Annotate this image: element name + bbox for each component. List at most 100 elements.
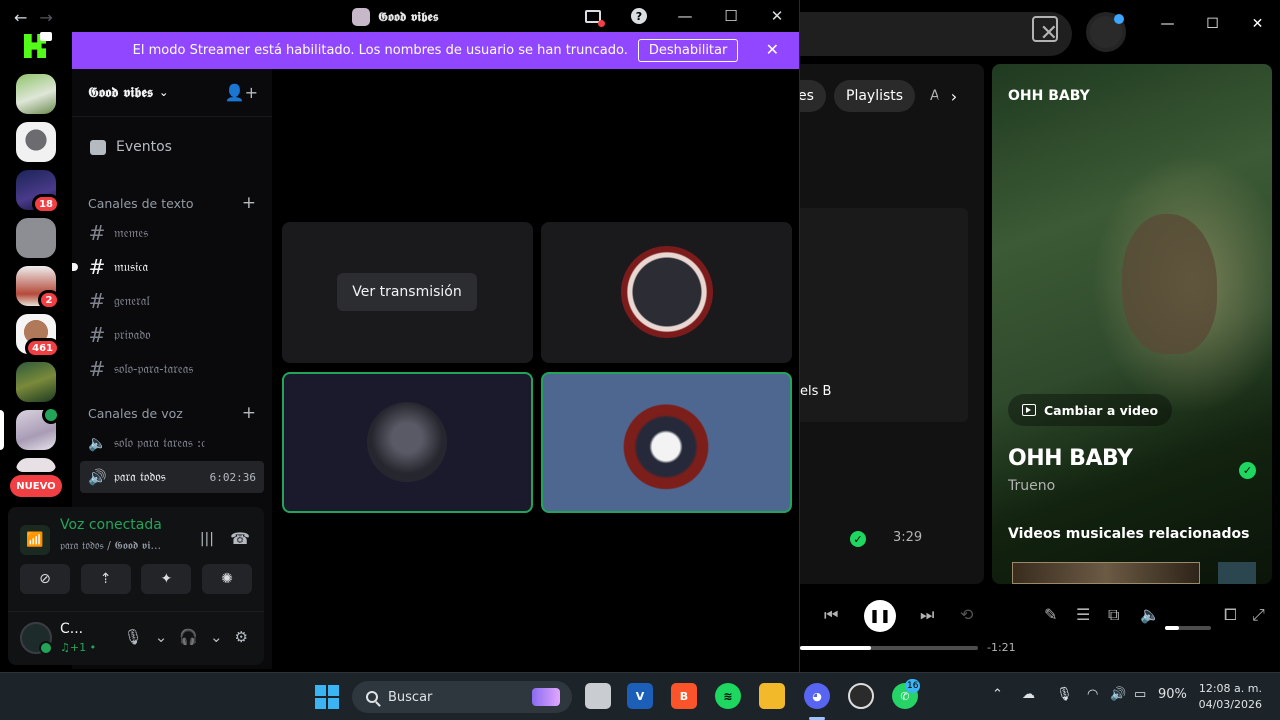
windows-start-icon[interactable] <box>315 685 339 709</box>
repeat-icon[interactable]: ⟲ <box>960 605 973 624</box>
guild-header[interactable]: 𝕲𝖔𝖔𝖉 𝖛𝖎𝖇𝖊𝖘 ⌄ 👤+ <box>72 69 272 117</box>
pause-button[interactable]: ❚❚ <box>864 600 896 632</box>
participant-tile[interactable] <box>541 222 792 363</box>
user-name[interactable]: C... <box>60 621 83 637</box>
noise-suppression-icon[interactable]: ||| <box>200 531 214 547</box>
gear-icon[interactable]: ⚙ <box>235 628 248 646</box>
channel-musica[interactable]: # 𝔪𝔲𝔰𝔦𝔠𝔞 <box>72 251 264 283</box>
minimize-button[interactable]: — <box>662 0 708 32</box>
server-icon-good-vibes[interactable] <box>0 406 60 450</box>
fullscreen-icon[interactable]: ⤢ <box>1252 605 1265 625</box>
taskbar-search[interactable]: Buscar <box>352 681 572 713</box>
participant-tile-speaking[interactable] <box>282 372 533 513</box>
server-icon-face[interactable]: 461 <box>16 314 60 358</box>
add-channel-icon[interactable]: + <box>242 193 256 213</box>
view-stream-button[interactable]: Ver transmisión <box>337 273 477 311</box>
task-view-icon[interactable] <box>585 683 611 709</box>
close-banner-icon[interactable]: ✕ <box>766 40 779 59</box>
library-card[interactable]: els B <box>800 208 968 422</box>
maximize-button[interactable]: ☐ <box>1190 16 1235 32</box>
wifi-icon[interactable]: ◠ <box>1087 687 1098 702</box>
disable-streamer-button[interactable]: Deshabilitar <box>637 39 739 62</box>
volume-slider[interactable] <box>1165 626 1211 630</box>
obs-studio-icon[interactable] <box>848 683 874 709</box>
server-icon-partial[interactable] <box>16 458 56 472</box>
help-icon[interactable]: ? <box>616 0 662 32</box>
chevron-down-icon[interactable]: ⌄ <box>155 628 168 646</box>
brave-browser-icon[interactable]: B <box>671 683 697 709</box>
participant-tile-speaking[interactable] <box>541 372 792 513</box>
chevron-down-icon[interactable]: ⌄ <box>210 628 223 646</box>
server-icon-apex[interactable]: 2 <box>16 266 60 310</box>
close-window-button[interactable]: ✕ <box>1235 16 1280 32</box>
signal-icon[interactable]: 📶 <box>20 525 50 555</box>
activities-button[interactable]: ✦ <box>141 564 192 594</box>
microphone-lyrics-icon[interactable]: ✎ <box>1044 605 1057 624</box>
new-badge[interactable]: NUEVO <box>10 475 62 497</box>
inbox-icon[interactable] <box>570 0 616 32</box>
miniplayer-icon[interactable]: ⧠ <box>1224 605 1237 625</box>
file-explorer-icon[interactable] <box>759 683 785 709</box>
volume-icon[interactable]: 🔈 <box>1140 605 1160 624</box>
channel-solo-para-tareas[interactable]: # 𝔰𝔬𝔩𝔬-𝔭𝔞𝔯𝔞-𝔱𝔞𝔯𝔢𝔞𝔰 <box>80 353 264 385</box>
channel-memes[interactable]: # 𝔪𝔢𝔪𝔢𝔰 <box>80 217 264 249</box>
progress-bar[interactable] <box>800 646 978 650</box>
voice-channel-para-todos[interactable]: 🔊 𝔭𝔞𝔯𝔞 𝔱𝔬𝔡𝔬𝔰 6:02:36 <box>80 461 264 493</box>
filter-chip-playlists[interactable]: Playlists <box>834 80 916 112</box>
events-item[interactable]: Eventos <box>80 131 264 163</box>
chevron-up-icon[interactable]: ⌃ <box>992 687 1003 702</box>
back-arrow-icon[interactable]: ← <box>14 8 27 27</box>
previous-icon[interactable]: ⏮ <box>824 605 838 625</box>
invite-user-icon[interactable]: 👤+ <box>225 83 258 102</box>
text-channels-category[interactable]: Canales de texto + <box>72 193 272 213</box>
kick-home-icon[interactable] <box>24 32 52 58</box>
share-screen-button[interactable]: ⇡ <box>80 564 131 594</box>
profile-avatar[interactable] <box>1086 12 1126 52</box>
voice-channel-solo-para-tareas[interactable]: 🔈 𝔰𝔬𝔩𝔬 𝔭𝔞𝔯𝔞 𝔱𝔞𝔯𝔢𝔞𝔰 :𝔠 <box>80 427 264 459</box>
microphone-icon[interactable]: 🎙 <box>1056 687 1073 702</box>
clock[interactable]: 12:08 a. m. 04/03/2026 <box>1198 681 1262 713</box>
next-icon[interactable]: ⏭ <box>920 605 934 625</box>
microphone-icon[interactable]: 🎙 <box>124 628 143 646</box>
hash-icon: # <box>88 357 106 381</box>
add-channel-icon[interactable]: + <box>242 403 256 423</box>
guild-name[interactable]: 𝕲𝖔𝖔𝖉 𝖛𝖎𝖇𝖊𝖘 ⌄ <box>88 85 168 101</box>
install-app-icon[interactable] <box>1032 16 1058 42</box>
soundboard-button[interactable]: ✺ <box>201 564 252 594</box>
channel-privado[interactable]: # 𝔭𝔯𝔦𝔳𝔞𝔡𝔬 <box>80 319 264 351</box>
related-video-thumbnail[interactable] <box>1012 562 1200 584</box>
server-icon-goose[interactable] <box>16 74 56 114</box>
visual-studio-icon[interactable]: V <box>627 683 653 709</box>
forward-arrow-icon[interactable]: → <box>39 8 52 27</box>
filter-chip[interactable]: es <box>800 80 826 112</box>
camera-off-button[interactable]: ⊘ <box>20 564 70 594</box>
headphones-icon[interactable]: 🎧 <box>179 628 198 646</box>
channel-general[interactable]: # 𝔤𝔢𝔫𝔢𝔯𝔞𝔩 <box>80 285 264 317</box>
user-avatar[interactable] <box>20 622 53 655</box>
spotify-icon[interactable]: ≋ <box>715 683 741 709</box>
chevron-right-icon[interactable]: › <box>938 80 970 112</box>
voice-location[interactable]: 𝔭𝔞𝔯𝔞 𝔱𝔬𝔡𝔬𝔰 / 𝕲𝖔𝖔𝖉 𝖛𝖎... <box>60 539 161 553</box>
stream-tile[interactable]: Ver transmisión <box>282 222 533 363</box>
volume-icon[interactable]: 🔊 <box>1110 687 1126 702</box>
server-icon-night[interactable]: 18 <box>16 170 60 214</box>
track-title[interactable]: OHH BABY <box>1008 446 1133 471</box>
onedrive-icon[interactable]: ☁ <box>1022 687 1035 702</box>
close-window-button[interactable]: ✕ <box>754 0 800 32</box>
related-video-thumbnail[interactable] <box>1218 562 1256 584</box>
queue-icon[interactable]: ☰ <box>1076 605 1090 624</box>
maximize-button[interactable]: ☐ <box>708 0 754 32</box>
saved-check-icon[interactable]: ✓ <box>850 531 866 547</box>
server-icon-gorilla[interactable] <box>16 122 56 162</box>
saved-check-icon[interactable]: ✓ <box>1239 462 1256 479</box>
switch-to-video-button[interactable]: Cambiar a video <box>1008 394 1173 426</box>
track-artist[interactable]: Trueno <box>1008 478 1055 494</box>
minimize-button[interactable]: — <box>1145 16 1190 32</box>
server-icon-blank[interactable] <box>16 218 56 258</box>
discord-icon[interactable]: ◕ <box>804 683 830 709</box>
connect-device-icon[interactable]: ⧉ <box>1108 605 1119 625</box>
battery-icon[interactable]: ▭ <box>1134 687 1146 702</box>
disconnect-icon[interactable]: ☎ <box>230 529 250 548</box>
voice-channels-category[interactable]: Canales de voz + <box>72 403 272 423</box>
server-icon-forest[interactable] <box>16 362 56 402</box>
